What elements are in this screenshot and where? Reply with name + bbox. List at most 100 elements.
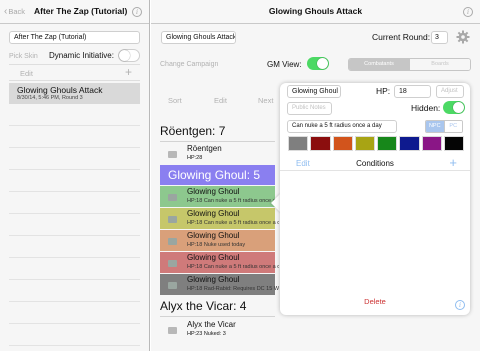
combatant-stats: HP:18 Can nuke a 5 ft radius once a day [187,198,279,204]
combatant-row[interactable]: Glowing Ghoul HP:18 Nuke used today [160,230,275,251]
combatant-row[interactable]: Glowing Ghoul HP:18 Can nuke a 5 ft radi… [160,186,279,207]
combatant-stats: HP:18 Rad-Rabid: Requires DC 15 Will sav… [187,286,279,292]
edit-button[interactable]: Edit [214,96,227,105]
gear-icon[interactable] [456,30,470,44]
combatant-name: Glowing Ghoul [187,209,240,218]
color-swatch-5[interactable] [377,136,398,151]
campaign-sidebar: ‹Back After The Zap (Tutorial) i After T… [0,0,150,351]
gm-view-toggle[interactable] [307,57,329,70]
encounter-title: Glowing Ghouls Attack [268,6,363,16]
list-divider [9,345,140,346]
sidebar-title: After The Zap (Tutorial) [34,6,128,16]
color-swatch-8[interactable] [443,136,464,151]
list-divider [9,323,140,324]
combatant-stats: HP:28 [187,155,203,161]
list-divider [160,316,275,317]
list-divider [9,169,140,170]
list-divider [9,301,140,302]
combatant-name: Glowing Ghoul [187,187,240,196]
next-button[interactable]: Next [258,96,273,105]
segment-boards[interactable]: Boards [409,59,470,70]
encounter-name-field[interactable]: Glowing Ghouls Attack [161,31,236,44]
campaign-name-field[interactable]: After The Zap (Tutorial) [9,31,140,44]
combatant-stats: HP:18 Can nuke a 5 ft radius once a day [187,220,279,226]
encounter-list-toolbar: Edit + [9,64,140,81]
combatant-icon [168,327,177,334]
combatant-name: Glowing Ghoul [187,253,240,262]
combatant-icon [168,282,177,289]
list-divider [9,125,140,126]
view-segmented-control: Combatants Boards [348,58,471,71]
info-icon[interactable]: i [463,7,473,17]
dynamic-initiative-toggle[interactable] [118,49,140,62]
sidebar-navbar: ‹Back After The Zap (Tutorial) i [0,0,149,24]
hidden-toggle[interactable] [443,101,465,114]
list-divider [9,257,140,258]
sort-button[interactable]: Sort [168,96,182,105]
conditions-label: Conditions [356,159,394,168]
color-swatch-3[interactable] [332,136,353,151]
toggle-knob [317,58,328,69]
color-swatch-6[interactable] [399,136,420,151]
info-icon[interactable]: i [132,7,142,17]
description-field[interactable]: Can nuke a 5 ft radius once a day [287,120,397,133]
combatant-stats: HP:23 Nuked: 3 [187,331,226,337]
change-campaign-button[interactable]: Change Campaign [160,61,218,68]
combatant-name: Glowing Ghoul [187,275,240,284]
combatant-row[interactable]: Glowing Ghoul HP:18 Can nuke a 5 ft radi… [160,252,279,273]
segment-pc[interactable]: PC [443,121,462,132]
delete-button[interactable]: Delete [280,297,470,306]
back-label: Back [8,7,26,16]
current-round-field[interactable]: 3 [431,31,448,44]
back-button[interactable]: ‹Back [4,6,25,17]
combatant-name: Alyx the Vicar [187,320,236,329]
hidden-label: Hidden: [411,103,441,113]
toggle-knob [453,102,464,113]
segment-combatants[interactable]: Combatants [349,59,409,70]
combatant-stats: HP:18 Can nuke a 5 ft radius once a day [187,264,279,270]
color-swatch-7[interactable] [421,136,442,151]
group-header-selected[interactable]: Glowing Ghoul: 5 [160,165,275,185]
list-divider [160,141,275,142]
color-swatch-4[interactable] [354,136,375,151]
color-swatch-1[interactable] [288,136,309,151]
combatant-icon [168,238,177,245]
list-divider [9,213,140,214]
color-swatch-2[interactable] [310,136,331,151]
combatant-icon [168,260,177,267]
public-notes-field[interactable]: Public Notes [287,102,332,115]
combatant-icon [168,194,177,201]
segment-npc[interactable]: NPC [426,121,444,132]
encounter-list-item[interactable]: Glowing Ghouls Attack 8/30/14, 5:46 PM, … [9,83,140,104]
combatant-name: Röentgen [187,144,222,153]
list-divider [9,191,140,192]
list-divider [9,235,140,236]
list-divider [9,147,140,148]
combatant-icon [168,151,177,158]
color-swatches [287,136,465,151]
dynamic-initiative-label: Dynamic Initiative: [49,51,114,60]
list-divider [9,279,140,280]
combatant-icon [168,216,177,223]
toggle-knob [119,50,130,61]
hp-adjust-field[interactable]: Adjust [436,85,464,98]
combatant-row[interactable]: Glowing Ghoul HP:18 Rad-Rabid: Requires … [160,274,279,295]
hp-field[interactable]: 18 [394,85,431,98]
combatant-row[interactable]: Glowing Ghoul HP:18 Can nuke a 5 ft radi… [160,208,279,229]
add-condition-icon[interactable]: + [449,155,457,170]
group-header: Alyx the Vicar: 4 [160,299,247,313]
edit-encounters-button[interactable]: Edit [20,69,33,78]
combatant-popover: Glowing Ghoul HP: 18 Adjust Public Notes… [280,83,470,315]
combatant-name-field[interactable]: Glowing Ghoul [287,85,341,98]
encounter-name: Glowing Ghouls Attack [17,85,103,95]
npc-pc-segmented-control: NPC PC [425,120,463,133]
encounter-subtitle: 8/30/14, 5:46 PM, Round 3 [17,95,83,101]
group-header: Röentgen: 7 [160,124,226,138]
initiative-toolbar: Sort Edit Next [161,93,276,107]
combatant-row[interactable]: Alyx the Vicar HP:23 Nuked: 3 [160,319,275,340]
combatant-name: Glowing Ghoul [187,231,240,240]
pick-skin-button[interactable]: Pick Skin [9,53,38,60]
info-icon[interactable]: i [455,300,465,310]
add-encounter-icon[interactable]: + [125,65,132,79]
combatant-row[interactable]: Röentgen HP:28 [160,143,275,164]
